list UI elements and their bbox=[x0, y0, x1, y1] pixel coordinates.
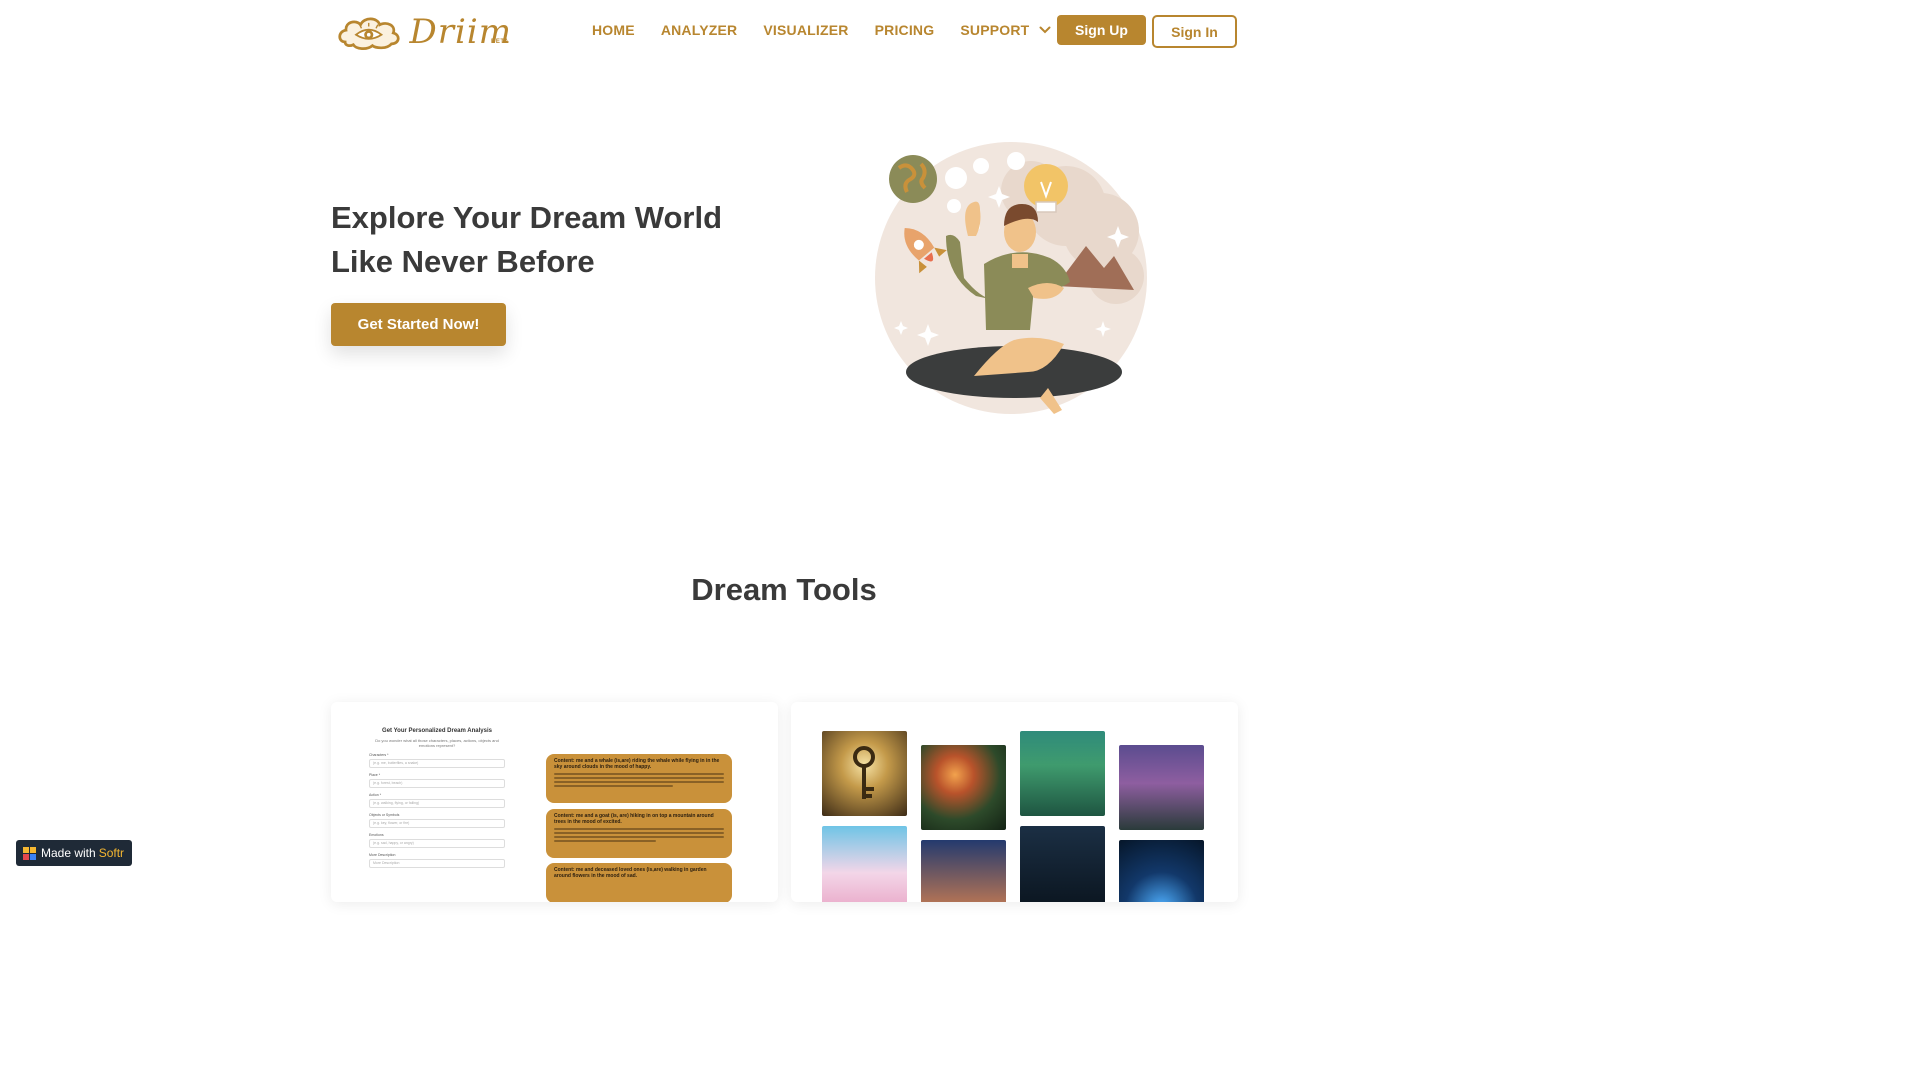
nav-analyzer[interactable]: ANALYZER bbox=[661, 22, 738, 38]
cloud-eye-icon bbox=[338, 17, 400, 50]
form-preview-input: (e.g. me, butterflies, a snake) bbox=[369, 759, 505, 768]
dream-image-portal[interactable] bbox=[1119, 840, 1204, 902]
analysis-form-preview: Get Your Personalized Dream Analysis Do … bbox=[369, 728, 505, 868]
visualizer-card[interactable] bbox=[791, 702, 1238, 902]
get-started-button[interactable]: Get Started Now! bbox=[331, 303, 506, 346]
hero-title-line2: Like Never Before bbox=[331, 244, 595, 279]
form-preview-label: Emotions bbox=[369, 833, 384, 837]
dream-image-night[interactable] bbox=[1020, 826, 1105, 902]
dream-image-sunset[interactable] bbox=[921, 840, 1006, 902]
chevron-down-icon bbox=[1039, 26, 1051, 34]
analysis-result-box: Content: me and a goat (is, are) hiking … bbox=[546, 809, 732, 858]
form-preview-label: Characters * bbox=[369, 753, 389, 757]
form-preview-title: Get Your Personalized Dream Analysis bbox=[382, 728, 492, 734]
dream-image-mushroom[interactable] bbox=[921, 745, 1006, 830]
analysis-result-box: Content: me and deceased loved ones (is,… bbox=[546, 863, 732, 902]
analyzer-card[interactable]: Get Your Personalized Dream Analysis Do … bbox=[331, 702, 778, 902]
form-preview-label: Place * bbox=[369, 773, 381, 777]
form-preview-subtitle: Do you wonder what all those characters,… bbox=[375, 738, 499, 748]
badge-prefix: Made with bbox=[41, 846, 96, 860]
analysis-result-text bbox=[554, 828, 724, 842]
dream-image-forest[interactable] bbox=[1020, 731, 1105, 816]
nav-support-label: SUPPORT bbox=[960, 22, 1030, 38]
nav-support[interactable]: SUPPORT bbox=[960, 22, 1051, 38]
made-with-softr-badge[interactable]: Made with Softr bbox=[16, 840, 132, 866]
sign-up-button[interactable]: Sign Up bbox=[1057, 15, 1146, 45]
badge-brand: Softr bbox=[98, 846, 125, 860]
dream-image-garden[interactable] bbox=[1119, 745, 1204, 830]
analysis-result-box: Content: me and a whale (is,are) riding … bbox=[546, 754, 732, 803]
analysis-result-title: Content: me and deceased loved ones (is,… bbox=[554, 867, 707, 879]
hero-title-line1: Explore Your Dream World bbox=[331, 200, 723, 235]
analysis-result-text bbox=[554, 773, 724, 787]
meditation-illustration bbox=[875, 142, 1147, 414]
main-nav: HOME ANALYZER VISUALIZER PRICING SUPPORT bbox=[592, 22, 1077, 38]
key-icon bbox=[853, 746, 875, 799]
hero-title: Explore Your Dream World Like Never Befo… bbox=[331, 196, 751, 284]
sign-in-button[interactable]: Sign In bbox=[1152, 15, 1237, 48]
dream-image-golden-key[interactable] bbox=[822, 731, 907, 816]
form-preview-input: (e.g. forest, beach) bbox=[369, 779, 505, 788]
beta-badge: BETA bbox=[491, 39, 509, 45]
logo[interactable]: Driim BETA bbox=[336, 10, 512, 54]
softr-logo-icon bbox=[23, 846, 36, 860]
analysis-result-title: Content: me and a whale (is,are) riding … bbox=[554, 758, 720, 770]
form-preview-input: (e.g. key, flower, or fire) bbox=[369, 819, 505, 828]
nav-home[interactable]: HOME bbox=[592, 22, 635, 38]
form-preview-label: More Description bbox=[369, 853, 396, 857]
section-title-dream-tools: Dream Tools bbox=[691, 572, 877, 607]
nav-pricing[interactable]: PRICING bbox=[875, 22, 935, 38]
form-preview-input: (e.g. sad, happy, or angry) bbox=[369, 839, 505, 848]
dream-image-whale[interactable] bbox=[822, 826, 907, 902]
nav-visualizer[interactable]: VISUALIZER bbox=[763, 22, 848, 38]
site-header: Driim BETA HOME ANALYZER VISUALIZER PRIC… bbox=[0, 0, 1568, 64]
form-preview-label: Action * bbox=[369, 793, 382, 797]
form-preview-input: (e.g. walking, flying, or falling) bbox=[369, 799, 505, 808]
form-preview-label: Objects or Symbols bbox=[369, 813, 400, 817]
analysis-result-title: Content: me and a goat (is, are) hiking … bbox=[554, 813, 714, 825]
form-preview-input: More Description bbox=[369, 859, 505, 868]
